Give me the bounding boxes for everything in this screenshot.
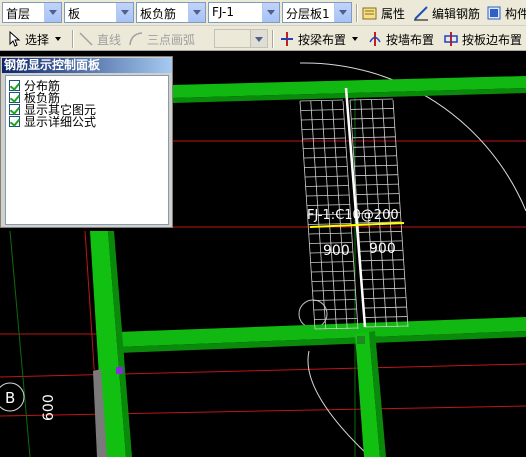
toolbar-row-1: 首层 板 板负筋 FJ-1 分层板1 属性 编辑钢筋 构件 — [0, 0, 526, 26]
properties-icon — [362, 7, 377, 20]
axis-line — [0, 405, 526, 417]
chevron-down-icon[interactable] — [44, 3, 61, 22]
layer-select-value: 分层板1 — [286, 7, 330, 21]
edit-rebar-label: 编辑钢筋 — [432, 6, 481, 21]
grip-point[interactable] — [357, 336, 365, 344]
toolbar-row-2: 选择 直线 三点画弧 按梁布置 按墙布置 按板边布置 — [0, 26, 526, 51]
component-icon — [487, 6, 501, 20]
axis-line — [0, 363, 526, 378]
axis-label: B — [5, 389, 15, 407]
arc-button[interactable]: 三点画弧 — [128, 29, 195, 49]
select-button[interactable]: 选择 — [6, 29, 62, 49]
rebar-mesh-line — [349, 98, 394, 101]
element-select-value: FJ-1 — [212, 5, 234, 19]
wall-layout-button[interactable]: 按墙布置 — [367, 29, 434, 49]
element-select[interactable]: FJ-1 — [208, 2, 280, 23]
arc-label: 三点画弧 — [147, 32, 196, 47]
line-button[interactable]: 直线 — [78, 29, 121, 49]
chevron-down-icon[interactable] — [262, 3, 279, 22]
panel-body: 分布筋 板负筋 显示其它图元 显示详细公式 — [5, 75, 169, 225]
slab-edge-layout-label: 按板边布置 — [462, 32, 523, 47]
type-select[interactable]: 板负筋 — [136, 2, 206, 23]
beam-layout-icon — [281, 32, 293, 46]
chevron-down-icon[interactable] — [55, 37, 62, 41]
floor-select[interactable]: 首层 — [2, 2, 62, 23]
right-dimension: 900 — [369, 241, 396, 257]
wall-layout-icon — [369, 32, 381, 46]
layer-select[interactable]: 分层板1 — [282, 2, 352, 23]
rebar-display-panel[interactable]: 钢筋显示控制面板 分布筋 板负筋 显示其它图元 显示详细公式 — [0, 56, 173, 228]
component-button[interactable]: 构件 — [486, 3, 526, 23]
checkbox-show-formula[interactable]: 显示详细公式 — [9, 114, 97, 129]
floor-select-value: 首层 — [6, 7, 31, 21]
arc-icon — [129, 32, 143, 46]
chevron-down-icon[interactable] — [188, 3, 205, 22]
toolbar-separator — [72, 30, 74, 48]
chevron-down-icon[interactable] — [116, 3, 133, 22]
grip-point[interactable] — [116, 367, 123, 374]
axis-dimension: 600 — [41, 394, 57, 421]
rebar-mesh-line — [299, 99, 344, 102]
chevron-down-icon[interactable] — [334, 3, 351, 22]
line-icon — [79, 32, 93, 46]
slab-edge-layout-icon — [444, 32, 458, 46]
cursor-icon — [9, 31, 21, 47]
panel-title[interactable]: 钢筋显示控制面板 — [2, 58, 172, 73]
type-select-value: 板负筋 — [140, 7, 177, 21]
select-label: 选择 — [25, 32, 50, 47]
toolbar-separator — [272, 30, 274, 48]
grid-line — [9, 230, 31, 457]
checkbox-icon[interactable] — [9, 79, 20, 91]
category-select-value: 板 — [68, 7, 81, 21]
toolbar-separator — [356, 4, 358, 22]
category-select[interactable]: 板 — [64, 2, 134, 23]
checkbox-icon[interactable] — [9, 91, 20, 103]
beam-layout-button[interactable]: 按梁布置 — [279, 29, 359, 49]
line-label: 直线 — [97, 32, 122, 47]
properties-label: 属性 — [381, 6, 406, 21]
checkbox-label: 显示详细公式 — [24, 114, 97, 129]
checkbox-icon[interactable] — [9, 115, 20, 127]
wall-layout-label: 按墙布置 — [386, 32, 435, 47]
beam-layout-label: 按梁布置 — [298, 32, 347, 47]
component-label: 构件 — [505, 6, 526, 21]
disabled-select[interactable] — [214, 29, 268, 48]
rebar-label: FJ-1:C10@200 — [307, 208, 399, 223]
pencil-icon — [414, 6, 428, 21]
chevron-down-icon[interactable] — [352, 37, 359, 41]
chevron-down-icon[interactable] — [250, 30, 267, 47]
checkbox-icon[interactable] — [9, 103, 20, 115]
properties-button[interactable]: 属性 — [362, 3, 405, 23]
slab-edge-layout-button[interactable]: 按板边布置 — [443, 29, 522, 49]
edit-rebar-button[interactable]: 编辑钢筋 — [413, 3, 480, 23]
left-dimension: 900 — [323, 243, 350, 259]
